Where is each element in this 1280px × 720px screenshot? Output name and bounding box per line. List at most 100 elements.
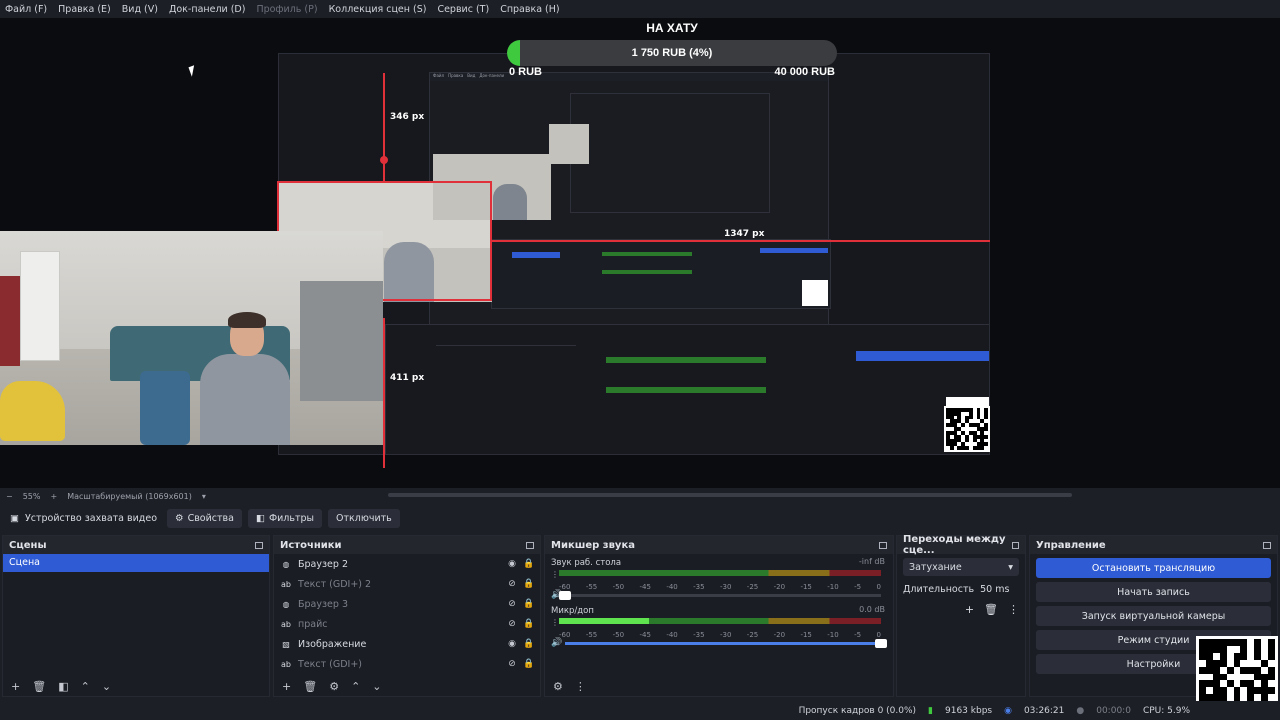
guide-handle-top: [380, 156, 388, 164]
add-icon[interactable]: +: [965, 603, 974, 616]
lock-icon[interactable]: 🔒: [523, 619, 535, 629]
menu-view[interactable]: Вид (V): [122, 4, 158, 15]
measure-right-label: 1347 px: [724, 229, 765, 239]
cpu-usage: CPU: 5.9%: [1142, 705, 1190, 716]
mixer-track-desktop: Звук раб. стола -inf dB ⋮ -60 -55 -50 -45 -4…: [545, 554, 893, 602]
eye-hidden-icon[interactable]: ⊘: [506, 599, 518, 609]
controls-title: Управление: [1036, 539, 1106, 551]
eye-icon[interactable]: ◉: [506, 639, 518, 649]
guide-top: [383, 73, 385, 181]
lock-icon[interactable]: 🔒: [523, 659, 535, 669]
sources-dock: Источники ◍ Браузер 2 ◉ 🔒 ab Текст (GDI+…: [273, 535, 541, 697]
eye-hidden-icon[interactable]: ⊘: [506, 659, 518, 669]
mixer-dock: Микшер звука Звук раб. стола -inf dB ⋮ -…: [544, 535, 894, 697]
eye-icon[interactable]: ◉: [506, 559, 518, 569]
filter-icon: ◧: [255, 512, 265, 524]
filter-icon[interactable]: ◧: [58, 680, 68, 693]
selected-source: ▣ Устройство захвата видео: [10, 512, 158, 524]
lock-icon[interactable]: 🔒: [523, 559, 535, 569]
level-meter: [559, 618, 881, 624]
arrow-up-icon[interactable]: ⌃: [81, 680, 90, 693]
source-row[interactable]: ab Текст (GDI+) 2 ⊘ 🔒: [274, 574, 540, 594]
chevron-down-icon: ▾: [1008, 561, 1013, 573]
duration-input[interactable]: 50 ms: [980, 584, 1009, 595]
source-row[interactable]: ab прайс ⊘ 🔒: [274, 614, 540, 634]
rec-time: 00:00:0: [1096, 705, 1131, 716]
volume-slider[interactable]: [559, 591, 881, 600]
menu-help[interactable]: Справка (H): [500, 4, 559, 15]
undock-icon[interactable]: [879, 541, 887, 549]
more-icon[interactable]: ⋮: [551, 618, 559, 627]
donation-min: 0 RUB: [509, 66, 543, 78]
nested-dock-large: [385, 324, 989, 454]
arrow-down-icon[interactable]: ⌄: [102, 680, 111, 693]
disconnect-button[interactable]: Отключить: [328, 508, 400, 528]
text-icon: ab: [281, 579, 291, 589]
volume-slider[interactable]: [565, 639, 887, 648]
more-icon[interactable]: ⋮: [551, 570, 559, 579]
webcam-source[interactable]: [0, 231, 383, 445]
menu-file[interactable]: Файл (F): [5, 4, 47, 15]
scene-item[interactable]: Сцена: [3, 554, 269, 572]
speaker-icon[interactable]: 🔊: [551, 638, 562, 648]
nested-preview-2: [570, 93, 770, 213]
menu-tools[interactable]: Сервис (T): [437, 4, 489, 15]
zoom-in-icon[interactable]: +: [50, 492, 57, 501]
trash-icon[interactable]: 🗑: [303, 680, 317, 693]
lock-icon[interactable]: 🔒: [523, 579, 535, 589]
scale-mode: Масштабируемый (1069x601): [67, 491, 192, 501]
start-record-button[interactable]: Начать запись: [1036, 582, 1271, 602]
menu-docks[interactable]: Док-панели (D): [169, 4, 245, 15]
source-row[interactable]: ◍ Браузер 3 ⊘ 🔒: [274, 594, 540, 614]
undock-icon[interactable]: [1012, 541, 1019, 549]
trash-icon[interactable]: 🗑: [32, 680, 46, 693]
menu-edit[interactable]: Правка (E): [58, 4, 111, 15]
donation-goal-widget: НА ХАТУ 1 750 RUB (4%) 0 RUB 40 000 RUB: [507, 21, 837, 81]
preview-area[interactable]: Файл Правка Вид Док-панели 346 px 1347 p…: [0, 18, 1280, 488]
live-time: 03:26:21: [1023, 705, 1065, 716]
stop-stream-button[interactable]: Остановить трансляцию: [1036, 558, 1271, 578]
menu-scene-collection[interactable]: Коллекция сцен (S): [329, 4, 427, 15]
properties-button[interactable]: ⚙ Свойства: [167, 508, 242, 528]
lock-icon[interactable]: 🔒: [523, 599, 535, 609]
source-row[interactable]: ab Текст (GDI+) ⊘ 🔒: [274, 654, 540, 674]
undock-icon[interactable]: [1263, 541, 1271, 549]
filters-button[interactable]: ◧ Фильтры: [247, 508, 323, 528]
mouse-cursor-icon: [188, 65, 198, 77]
lock-icon[interactable]: 🔒: [523, 639, 535, 649]
level-meter: [559, 570, 881, 576]
undock-icon[interactable]: [255, 541, 263, 549]
source-toolbar: ▣ Устройство захвата видео ⚙ Свойства ◧ …: [0, 507, 1280, 529]
chevron-down-icon[interactable]: ▾: [202, 492, 206, 501]
add-icon[interactable]: +: [11, 680, 20, 693]
donation-progress-bar: 1 750 RUB (4%): [507, 40, 837, 66]
qr-code-preview: [944, 406, 990, 452]
gear-icon[interactable]: ⚙: [553, 680, 563, 693]
transition-select[interactable]: Затухание ▾: [903, 558, 1019, 576]
arrow-up-icon[interactable]: ⌃: [351, 680, 360, 693]
meter-scale: -60 -55 -50 -45 -40 -35 -30 -25 -20 -15 -10 -5 0: [559, 583, 881, 591]
add-icon[interactable]: +: [282, 680, 291, 693]
more-icon[interactable]: ⋮: [575, 680, 586, 693]
mixer-title: Микшер звука: [551, 539, 635, 551]
eye-hidden-icon[interactable]: ⊘: [506, 579, 518, 589]
zoom-out-icon[interactable]: −: [6, 492, 13, 501]
arrow-down-icon[interactable]: ⌄: [372, 680, 381, 693]
trash-icon[interactable]: 🗑: [984, 603, 998, 616]
preview-scrollbar[interactable]: [388, 493, 1072, 497]
undock-icon[interactable]: [526, 541, 534, 549]
camera-preview-tiny: [549, 124, 589, 164]
scenes-title: Сцены: [9, 539, 47, 551]
virtual-camera-button[interactable]: Запуск виртуальной камеры: [1036, 606, 1271, 626]
gear-icon[interactable]: ⚙: [329, 680, 339, 693]
eye-hidden-icon[interactable]: ⊘: [506, 619, 518, 629]
source-row[interactable]: ◍ Браузер 2 ◉ 🔒: [274, 554, 540, 574]
source-row[interactable]: ▧ Изображение ◉ 🔒: [274, 634, 540, 654]
mixer-track-mic: Микр/доп 0.0 dB ⋮ -60 -55 -50 -45 -40 -35 -30-…: [545, 602, 893, 650]
menu-profile[interactable]: Профиль (P): [256, 4, 317, 15]
bitrate: 9163 kbps: [945, 705, 993, 716]
more-icon[interactable]: ⋮: [1008, 603, 1019, 616]
menu-bar: Файл (F) Правка (E) Вид (V) Док-панели (…: [0, 0, 1280, 18]
transitions-title: Переходы между сце...: [903, 534, 1006, 556]
gear-icon: ⚙: [175, 512, 184, 524]
